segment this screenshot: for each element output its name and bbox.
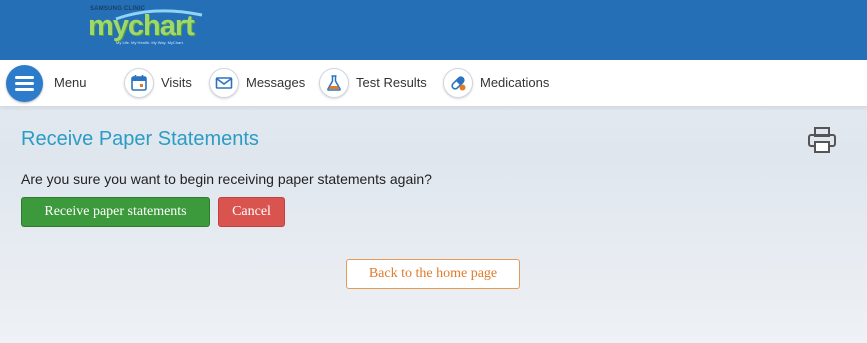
back-to-home-button[interactable]: Back to the home page [346,259,520,289]
nav-item-medications[interactable]: Medications [480,75,549,90]
logo-tagline: My Life. My Health. My Way. MyChart. [116,40,184,45]
calendar-icon[interactable] [124,68,154,98]
flask-icon[interactable] [319,68,349,98]
receive-paper-statements-button[interactable]: Receive paper statements [21,197,210,227]
hamburger-icon [15,76,34,79]
cancel-button[interactable]: Cancel [218,197,285,227]
menu-button[interactable] [6,65,43,102]
nav-item-visits[interactable]: Visits [161,75,192,90]
header-bar: SAMSUNG CLINIC mychart My Life. My Healt… [0,0,867,60]
logo-wordmark: mychart [88,10,195,42]
hamburger-icon-bar [15,88,34,91]
nav-item-messages[interactable]: Messages [246,75,305,90]
hamburger-icon-bar [15,82,34,85]
page-title: Receive Paper Statements [21,128,259,150]
confirmation-question: Are you sure you want to begin receiving… [21,171,432,187]
pills-icon[interactable] [443,68,473,98]
menu-label[interactable]: Menu [54,75,87,90]
mychart-logo[interactable]: SAMSUNG CLINIC mychart My Life. My Healt… [86,6,216,46]
printer-icon[interactable] [806,125,838,155]
envelope-icon[interactable] [209,68,239,98]
nav-item-test-results[interactable]: Test Results [356,75,427,90]
